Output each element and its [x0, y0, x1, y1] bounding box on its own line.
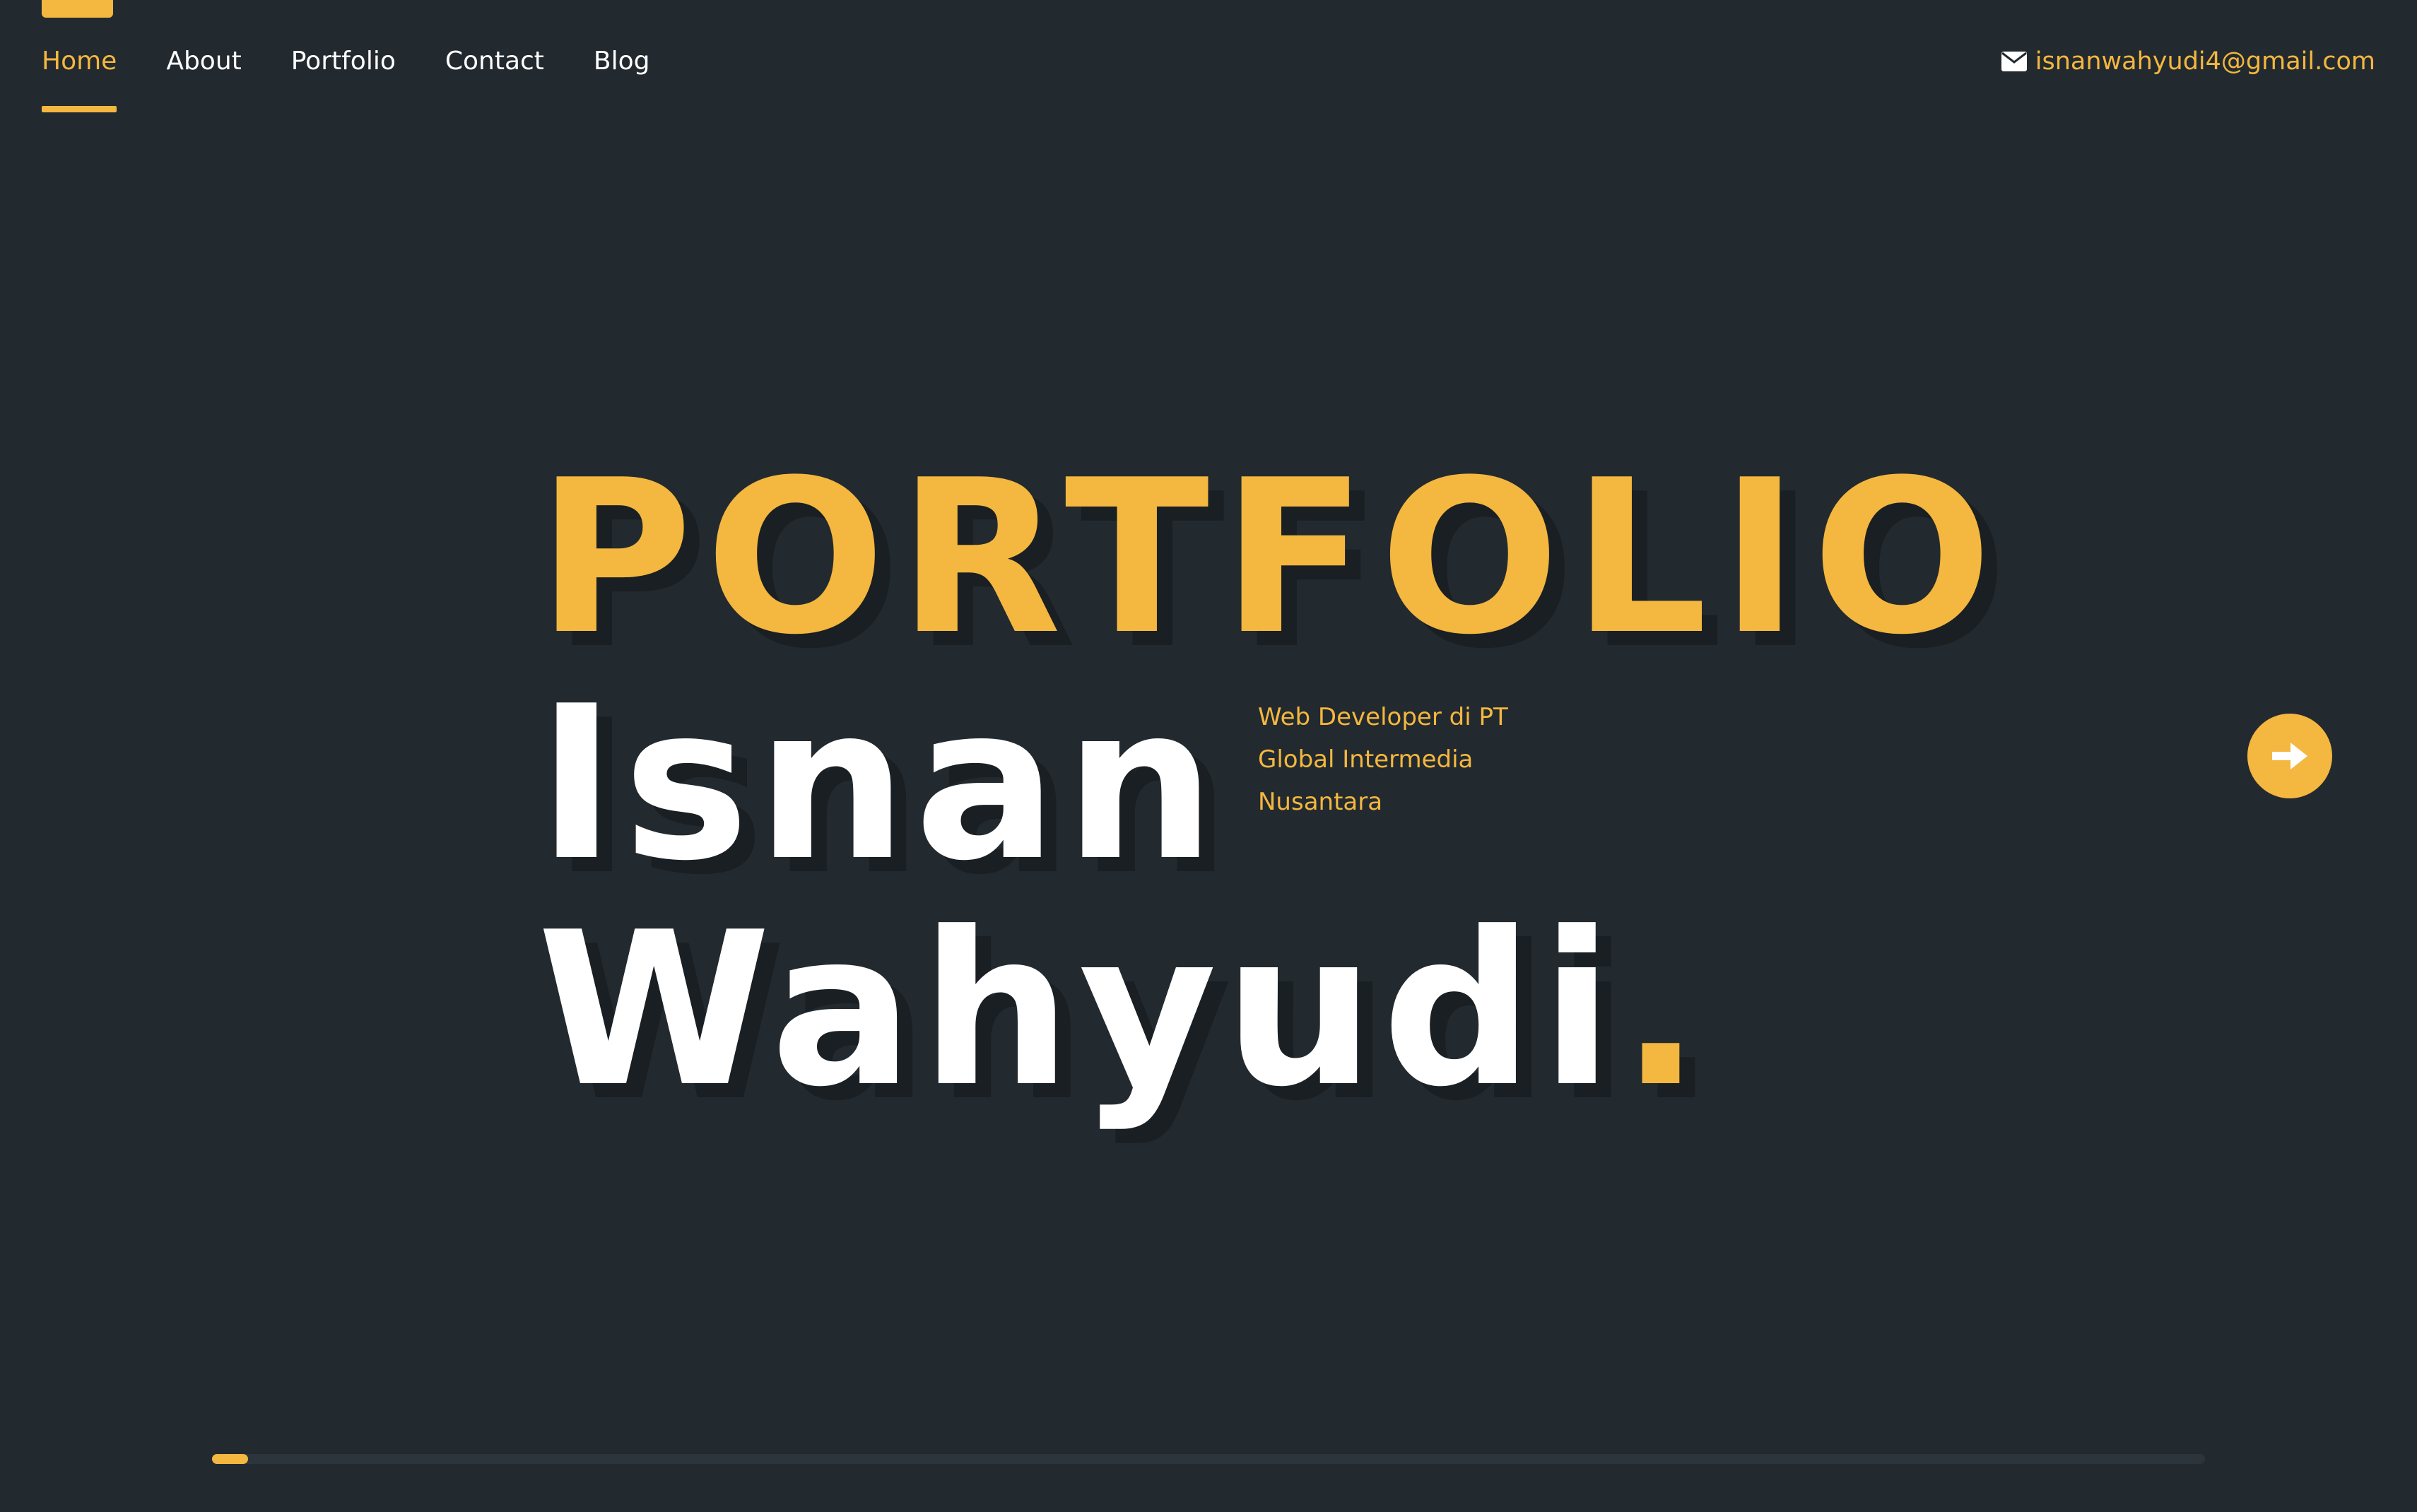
- nav-portfolio[interactable]: Portfolio: [291, 42, 396, 81]
- hero-last-name-line: Wahyudi.: [537, 897, 1708, 1123]
- top-accent-tab: [42, 0, 113, 18]
- nav-home[interactable]: Home: [42, 42, 117, 112]
- hero-subtitle: Web Developer di PT Global Intermedia Nu…: [1258, 696, 1555, 823]
- progress-fill: [212, 1454, 248, 1464]
- hero-title: PORTFOLIO: [537, 435, 2005, 681]
- hero-first-name: Isnan: [537, 661, 1223, 907]
- main-nav: Home About Portfolio Contact Blog: [42, 42, 650, 113]
- nav-blog[interactable]: Blog: [594, 42, 650, 81]
- nav-contact[interactable]: Contact: [445, 42, 544, 81]
- email-link[interactable]: isnanwahyudi4@gmail.com: [2001, 42, 2375, 81]
- subtitle-line-2: Global Intermedia: [1258, 745, 1474, 774]
- nav-about[interactable]: About: [166, 42, 241, 81]
- envelope-icon: [2001, 52, 2027, 71]
- next-slide-button[interactable]: [2247, 714, 2332, 798]
- subtitle-line-3: Nusantara: [1258, 788, 1383, 816]
- email-text: isnanwahyudi4@gmail.com: [2035, 47, 2375, 76]
- hero-section: PORTFOLIO Isnan Wahyudi. Web Developer d…: [537, 424, 2092, 1130]
- hero-last-name: Wahyudi: [537, 887, 1621, 1133]
- subtitle-line-1: Web Developer di PT: [1258, 703, 1508, 731]
- arrow-right-icon: [2272, 743, 2307, 769]
- progress-track: [212, 1454, 2205, 1464]
- hero-dot-accent: .: [1620, 887, 1708, 1133]
